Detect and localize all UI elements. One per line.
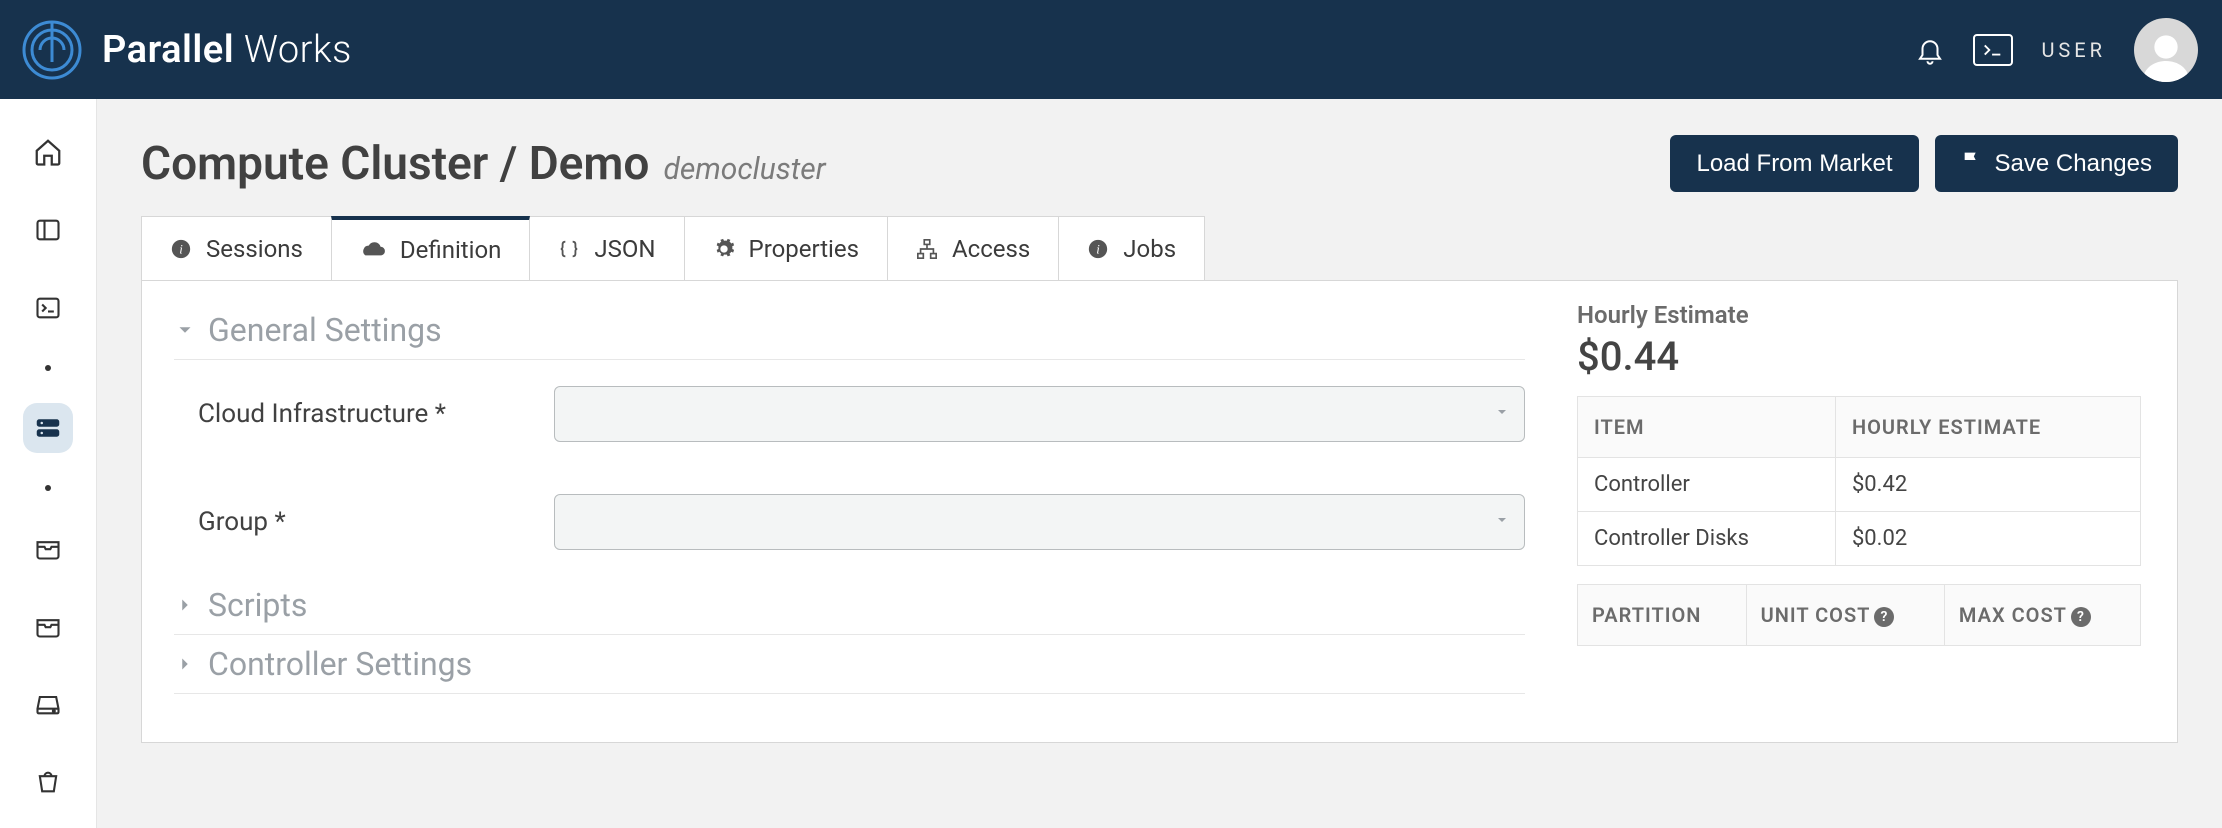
braces-icon — [558, 238, 580, 260]
sidebar-item-home[interactable] — [23, 127, 73, 177]
sidebar-divider — [45, 365, 51, 371]
sidebar-item-panel[interactable] — [23, 205, 73, 255]
panel: General Settings Cloud Infrastructure * … — [141, 280, 2178, 743]
sidebar-divider — [45, 485, 51, 491]
chevron-down-icon — [1494, 512, 1510, 532]
hourly-estimate-value: $0.44 — [1577, 333, 2141, 380]
section-controller-settings[interactable]: Controller Settings — [174, 635, 1525, 694]
estimate-table: ITEM HOURLY ESTIMATE Controller $0.42 Co… — [1577, 396, 2141, 566]
flag-icon — [1961, 149, 1983, 178]
page-subtitle: democluster — [663, 152, 825, 187]
chevron-right-icon — [174, 653, 196, 675]
help-icon[interactable]: ? — [1874, 607, 1894, 627]
chevron-down-icon — [174, 319, 196, 341]
tab-definition[interactable]: Definition — [331, 216, 531, 280]
sidebar-item-bucket[interactable] — [23, 757, 73, 807]
logo-icon — [20, 18, 84, 82]
sidebar — [0, 99, 97, 828]
load-from-market-button[interactable]: Load From Market — [1670, 135, 1918, 192]
avatar[interactable] — [2134, 18, 2198, 82]
logo-text: Parallel Works — [102, 28, 352, 72]
help-icon[interactable]: ? — [2071, 607, 2091, 627]
svg-text:i: i — [179, 242, 183, 256]
partition-header-partition: PARTITION — [1578, 585, 1747, 646]
topbar: Parallel Works USER — [0, 0, 2222, 99]
tabs: i Sessions Definition JSON Properties — [141, 216, 2178, 280]
section-general-settings[interactable]: General Settings — [174, 301, 1525, 360]
breadcrumb: Compute Cluster / Demo democluster — [141, 137, 826, 191]
user-label[interactable]: USER — [2041, 38, 2106, 62]
cloud-icon — [360, 239, 386, 261]
chevron-right-icon — [174, 594, 196, 616]
notifications-icon[interactable] — [1915, 35, 1945, 65]
tab-properties[interactable]: Properties — [684, 216, 888, 280]
info-icon: i — [170, 238, 192, 260]
logo[interactable]: Parallel Works — [20, 18, 352, 82]
sidebar-item-storage[interactable] — [23, 403, 73, 453]
terminal-icon[interactable] — [1973, 34, 2013, 66]
group-select[interactable] — [554, 494, 1525, 550]
svg-text:i: i — [1096, 242, 1100, 256]
table-row: Controller Disks $0.02 — [1578, 512, 2141, 566]
estimate-header-item: ITEM — [1578, 397, 1836, 458]
main: Compute Cluster / Demo democluster Load … — [97, 99, 2222, 828]
group-label: Group * — [174, 507, 554, 537]
sidebar-item-drive[interactable] — [23, 679, 73, 729]
table-row: Controller $0.42 — [1578, 458, 2141, 512]
save-changes-button[interactable]: Save Changes — [1935, 135, 2178, 192]
tab-json[interactable]: JSON — [529, 216, 684, 280]
sidebar-item-inbox1[interactable] — [23, 523, 73, 573]
partition-header-unit: UNIT COST? — [1746, 585, 1944, 646]
gear-icon — [713, 238, 735, 260]
tab-sessions[interactable]: i Sessions — [141, 216, 332, 280]
sidebar-item-inbox2[interactable] — [23, 601, 73, 651]
partition-table: PARTITION UNIT COST? MAX COST? — [1577, 584, 2141, 646]
tab-jobs[interactable]: i Jobs — [1058, 216, 1205, 280]
hourly-estimate-label: Hourly Estimate — [1577, 301, 2141, 329]
cloud-infrastructure-label: Cloud Infrastructure * — [174, 399, 554, 429]
info-icon: i — [1087, 238, 1109, 260]
sitemap-icon — [916, 238, 938, 260]
estimate-header-hourly: HOURLY ESTIMATE — [1835, 397, 2140, 458]
partition-header-max: MAX COST? — [1944, 585, 2140, 646]
chevron-down-icon — [1494, 404, 1510, 424]
section-scripts[interactable]: Scripts — [174, 576, 1525, 635]
page-title: Compute Cluster / Demo — [141, 137, 649, 191]
cloud-infrastructure-select[interactable] — [554, 386, 1525, 442]
tab-access[interactable]: Access — [887, 216, 1059, 280]
sidebar-item-terminal[interactable] — [23, 283, 73, 333]
